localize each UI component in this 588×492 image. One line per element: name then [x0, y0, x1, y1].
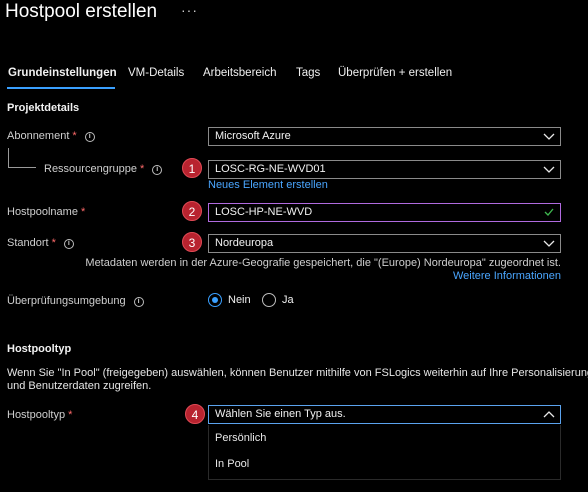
chevron-down-icon	[543, 133, 555, 140]
chevron-down-icon	[543, 166, 555, 173]
hostpoolname-input[interactable]: LOSC-HP-NE-WVD	[208, 203, 561, 222]
tab-tags[interactable]: Tags	[296, 67, 320, 79]
hostpooltyp-dropdown-list: Persönlich In Pool	[208, 425, 561, 480]
radio-nein[interactable]	[208, 293, 222, 307]
hostpooltyp-description-line1: Wenn Sie "In Pool" (freigegeben) auswähl…	[7, 367, 588, 379]
tab-vm-details[interactable]: VM-Details	[128, 67, 184, 79]
page-title: Hostpool erstellen	[5, 1, 158, 22]
ressourcengruppe-select[interactable]: LOSC-RG-NE-WVD01	[208, 160, 561, 179]
hostpoolname-label: Hostpoolname *	[7, 206, 86, 218]
checkmark-icon	[544, 208, 554, 216]
abonnement-label: Abonnement * i	[7, 130, 95, 142]
validation-env-label: Überprüfungsumgebung i	[7, 295, 144, 307]
ressourcengruppe-label: Ressourcengruppe * i	[44, 163, 163, 175]
standort-label: Standort * i	[7, 237, 74, 249]
chevron-up-icon	[543, 411, 555, 418]
info-icon[interactable]: i	[63, 239, 74, 249]
section-heading-hostpooltyp: Hostpooltyp	[7, 343, 72, 355]
weitere-informationen-link[interactable]: Weitere Informationen	[453, 270, 561, 282]
option-persoenlich[interactable]: Persönlich	[215, 432, 266, 444]
radio-ja[interactable]	[262, 293, 276, 307]
abonnement-select[interactable]: Microsoft Azure	[208, 127, 561, 146]
required-marker: *	[72, 130, 77, 142]
radio-ja-label[interactable]: Ja	[282, 294, 294, 306]
chevron-down-icon	[543, 240, 555, 247]
tree-connector-horizontal	[8, 167, 36, 168]
info-icon[interactable]: i	[133, 297, 144, 307]
step-badge-3: 3	[182, 232, 202, 252]
hostpooltyp-description-line2: und Benutzerdaten zugreifen.	[7, 380, 152, 392]
standort-select[interactable]: Nordeuropa	[208, 234, 561, 253]
info-icon[interactable]: i	[152, 165, 163, 175]
active-tab-indicator	[7, 87, 115, 89]
hostpooltyp-label: Hostpooltyp *	[7, 409, 73, 421]
section-heading-projektdetails: Projektdetails	[7, 102, 80, 114]
info-icon[interactable]: i	[84, 132, 95, 142]
tab-grundeinstellungen[interactable]: Grundeinstellungen	[8, 67, 117, 79]
tree-connector-vertical	[8, 148, 9, 167]
step-badge-2: 2	[182, 201, 202, 221]
option-in-pool[interactable]: In Pool	[215, 458, 249, 470]
tab-arbeitsbereich[interactable]: Arbeitsbereich	[203, 67, 277, 79]
hostpooltyp-select[interactable]: Wählen Sie einen Typ aus.	[208, 405, 561, 424]
tab-ueberpruefen-erstellen[interactable]: Überprüfen + erstellen	[338, 67, 452, 79]
tab-bar: Grundeinstellungen VM-Details Arbeitsber…	[0, 67, 588, 91]
more-options-icon[interactable]: ···	[181, 2, 198, 18]
step-badge-1: 1	[182, 158, 202, 178]
radio-nein-label[interactable]: Nein	[228, 294, 251, 306]
standort-metadata-note: Metadaten werden in der Azure-Geografie …	[85, 257, 561, 269]
step-badge-4: 4	[185, 404, 205, 424]
neues-element-erstellen-link[interactable]: Neues Element erstellen	[208, 179, 328, 191]
